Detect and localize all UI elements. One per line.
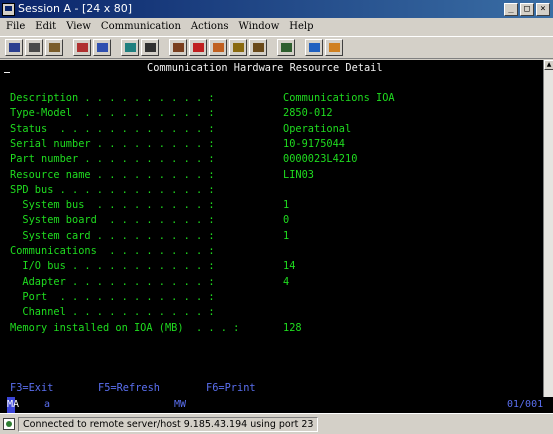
- field-label: System card . . . . . . . . . :: [10, 230, 215, 242]
- field-label: Channel . . . . . . . . . . . :: [10, 306, 215, 318]
- field-value: 14: [283, 260, 296, 272]
- field-label: System bus . . . . . . . . . :: [10, 199, 215, 211]
- function-key[interactable]: F6=Print: [206, 382, 256, 395]
- field-value: 0: [283, 214, 290, 226]
- clipboard-icon: [280, 43, 292, 52]
- menu-actions[interactable]: Actions: [191, 18, 229, 36]
- function-key[interactable]: F3=Exit: [10, 382, 53, 395]
- send-file-icon: [76, 43, 88, 52]
- menu-bar: File Edit View Communication Actions Win…: [0, 18, 553, 36]
- macro-tape-icon: [232, 43, 244, 52]
- operator-info-area: MA a MW 01/001: [0, 397, 553, 413]
- play-macro-icon: [212, 43, 224, 52]
- cursor-position: 01/001: [507, 399, 544, 410]
- field-value: 4: [283, 276, 290, 288]
- field-value: 1: [283, 230, 290, 242]
- customize-icon: [328, 43, 340, 52]
- paste-icon: [48, 43, 60, 52]
- field-label: Communications . . . . . . . . :: [10, 245, 215, 257]
- color-map-button[interactable]: [305, 39, 323, 56]
- menu-help[interactable]: Help: [289, 18, 313, 36]
- field-value: 10-9175044: [283, 138, 345, 150]
- window-title: Session A - [24 x 80]: [18, 2, 133, 15]
- print-screen-button[interactable]: [5, 39, 23, 56]
- keyboard-map-button[interactable]: [141, 39, 159, 56]
- copy-icon: [28, 43, 40, 52]
- field-label: Port . . . . . . . . . . . . :: [10, 291, 215, 303]
- field-label: System board . . . . . . . . :: [10, 214, 215, 226]
- status-bar: Connected to remote server/host 9.185.43…: [0, 413, 553, 434]
- menu-window[interactable]: Window: [239, 18, 280, 36]
- menu-file[interactable]: File: [6, 18, 25, 36]
- menu-edit[interactable]: Edit: [35, 18, 56, 36]
- field-label: I/O bus . . . . . . . . . . . :: [10, 260, 215, 272]
- connection-icon: [3, 418, 15, 430]
- terminal-screen[interactable]: Communication Hardware Resource Detail D…: [0, 60, 543, 397]
- copy-button[interactable]: [25, 39, 43, 56]
- field-value: Operational: [283, 123, 352, 135]
- function-key[interactable]: F5=Refresh: [98, 382, 160, 395]
- field-value: Communications IOA: [283, 92, 395, 104]
- field-label: Status . . . . . . . . . . . . :: [10, 123, 215, 135]
- field-label: SPD bus . . . . . . . . . . . . :: [10, 184, 215, 196]
- field-label: Serial number . . . . . . . . . :: [10, 138, 215, 150]
- status-message: Connected to remote server/host 9.185.43…: [18, 416, 318, 432]
- cursor: [4, 72, 10, 73]
- vertical-scrollbar[interactable]: ▲: [543, 60, 553, 397]
- field-value: 128: [283, 322, 302, 334]
- minimize-button[interactable]: _: [504, 2, 518, 16]
- oia-mw: MW: [174, 399, 187, 410]
- record-macro-icon: [172, 43, 184, 52]
- oia-indicator: a: [44, 399, 51, 410]
- display-setup-button[interactable]: [121, 39, 139, 56]
- window-controls: _ □ ×: [504, 2, 550, 16]
- paste-button[interactable]: [45, 39, 63, 56]
- help-macro-icon: [252, 43, 264, 52]
- screen-title: Communication Hardware Resource Detail: [147, 62, 383, 74]
- oia-ma: MA: [7, 397, 19, 413]
- clipboard-button[interactable]: [277, 39, 295, 56]
- toolbar: [0, 36, 553, 59]
- maximize-button[interactable]: □: [520, 2, 534, 16]
- receive-file-button[interactable]: [93, 39, 111, 56]
- stop-macro-button[interactable]: [189, 39, 207, 56]
- stop-macro-icon: [192, 43, 204, 52]
- close-button[interactable]: ×: [536, 2, 550, 16]
- keyboard-map-icon: [144, 43, 156, 52]
- macro-tape-button[interactable]: [229, 39, 247, 56]
- send-file-button[interactable]: [73, 39, 91, 56]
- field-label: Resource name . . . . . . . . . :: [10, 169, 215, 181]
- display-setup-icon: [124, 43, 136, 52]
- field-value: 1: [283, 199, 290, 211]
- scroll-up-arrow-icon[interactable]: ▲: [544, 60, 553, 70]
- field-label: Description . . . . . . . . . . :: [10, 92, 215, 104]
- receive-file-icon: [96, 43, 108, 52]
- field-label: Part number . . . . . . . . . . :: [10, 153, 215, 165]
- app-icon[interactable]: [2, 2, 15, 16]
- field-label: Type-Model . . . . . . . . . . :: [10, 107, 215, 119]
- color-map-icon: [308, 43, 320, 52]
- menu-view[interactable]: View: [66, 18, 91, 36]
- customize-button[interactable]: [325, 39, 343, 56]
- field-value: LIN03: [283, 169, 314, 181]
- help-macro-button[interactable]: [249, 39, 267, 56]
- field-label: Adapter . . . . . . . . . . . :: [10, 276, 215, 288]
- menu-communication[interactable]: Communication: [101, 18, 181, 36]
- field-value: 0000023L4210: [283, 153, 358, 165]
- field-label: Memory installed on IOA (MB) . . . :: [10, 322, 240, 334]
- title-bar: Session A - [24 x 80] _ □ ×: [0, 0, 553, 18]
- record-macro-button[interactable]: [169, 39, 187, 56]
- print-screen-icon: [8, 43, 20, 52]
- play-macro-button[interactable]: [209, 39, 227, 56]
- field-value: 2850-012: [283, 107, 333, 119]
